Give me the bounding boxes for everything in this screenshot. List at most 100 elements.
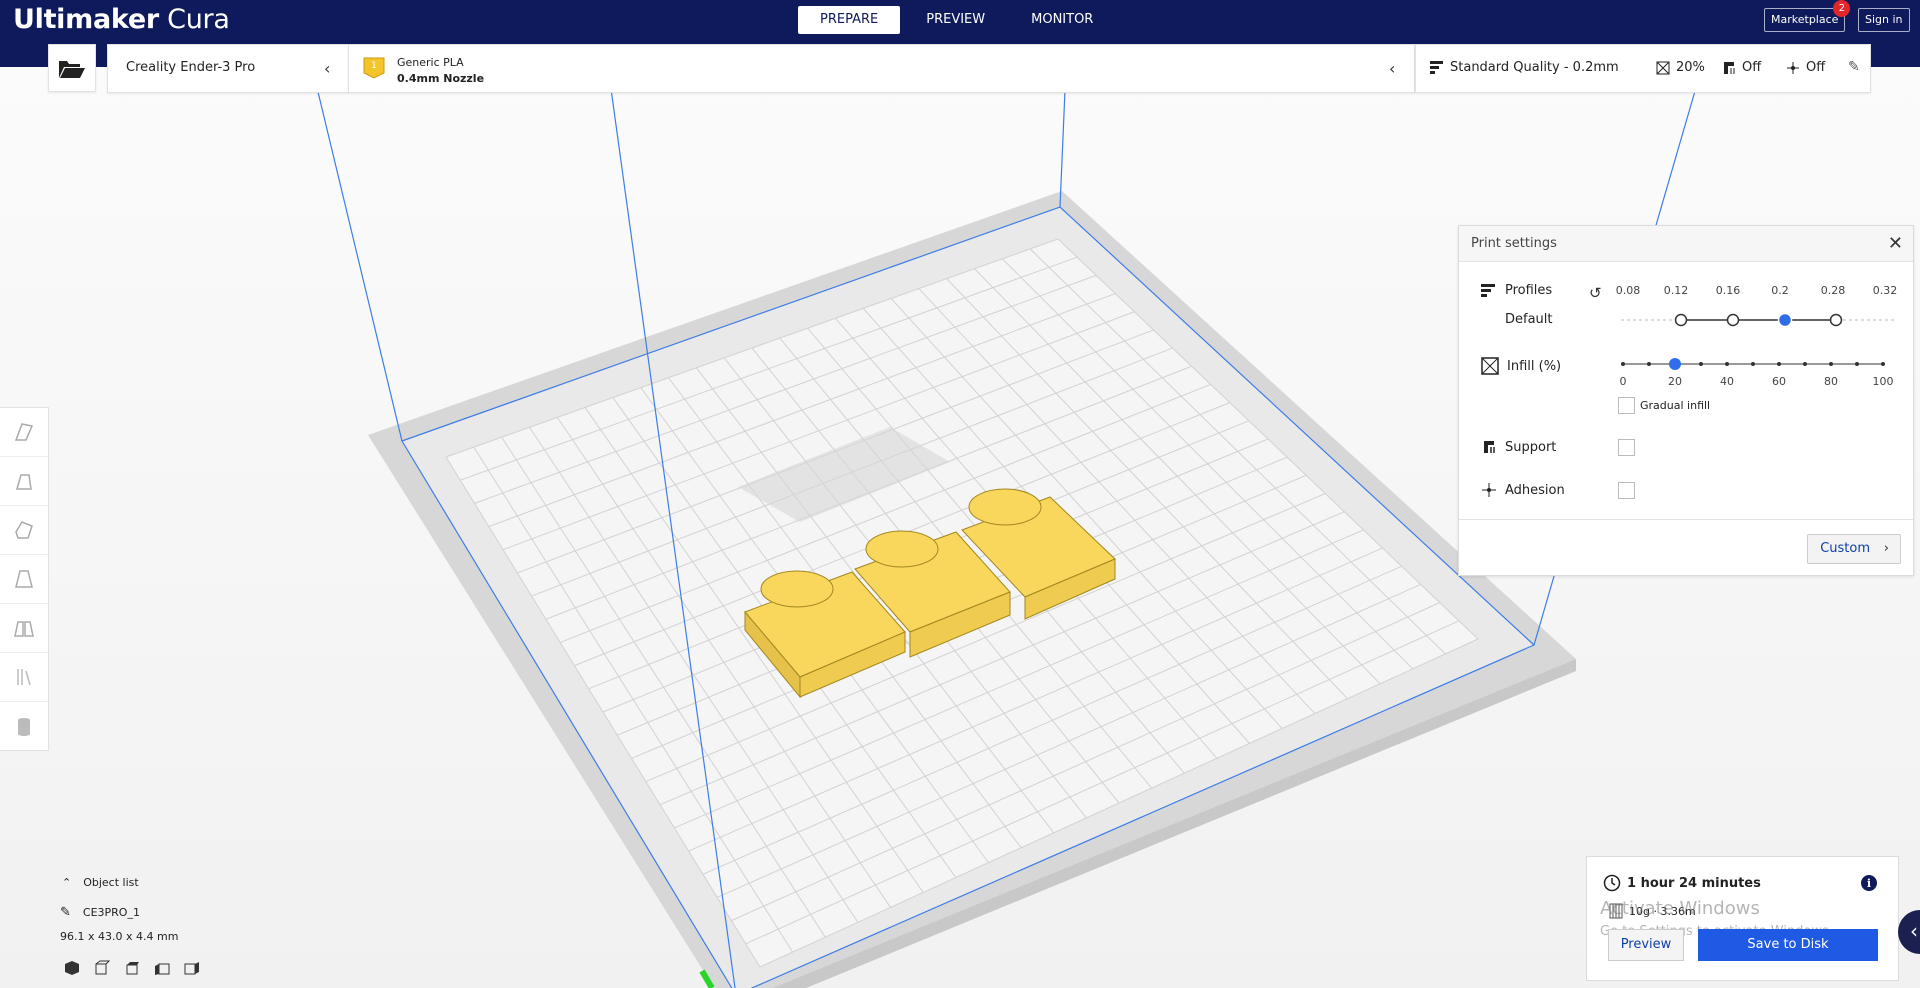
adhesion-icon — [1787, 61, 1799, 74]
infill-tick: 20 — [1668, 375, 1682, 388]
profile-name: Default — [1505, 312, 1553, 327]
profiles-icon — [1430, 61, 1443, 74]
pencil-icon: ✎ — [60, 905, 71, 920]
object-name-row[interactable]: ✎ CE3PRO_1 — [60, 905, 140, 920]
infill-summary: 20% — [1656, 60, 1705, 75]
profiles-icon — [1481, 283, 1495, 297]
infill-tick: 0 — [1619, 375, 1627, 388]
material-name: Generic PLA — [397, 56, 464, 69]
top-view-icon[interactable] — [124, 960, 140, 976]
infill-slider[interactable] — [1621, 356, 1887, 372]
clock-icon — [1603, 874, 1621, 892]
support-icon — [1724, 61, 1735, 74]
open-file-button[interactable] — [48, 44, 96, 92]
printer-name: Creality Ender-3 Pro — [126, 60, 256, 75]
support-checkbox[interactable] — [1618, 439, 1635, 456]
layer-height-slider[interactable] — [1619, 310, 1899, 330]
layer-height-tick: 0.12 — [1663, 284, 1689, 297]
tab-preview[interactable]: PREVIEW — [906, 6, 1005, 34]
material-spool-icon: 1 — [363, 57, 385, 79]
object-dimensions: 96.1 x 43.0 x 4.4 mm — [60, 930, 179, 943]
infill-tick: 100 — [1872, 375, 1894, 388]
adhesion-icon — [1482, 483, 1496, 497]
slider-stop[interactable] — [1726, 313, 1740, 327]
reset-icon[interactable]: ↺ — [1589, 284, 1602, 302]
marketplace-button[interactable]: Marketplace 2 — [1764, 0, 1851, 32]
adhesion-summary: Off — [1786, 60, 1825, 75]
view-buttons — [64, 960, 200, 976]
per-model-settings-tool[interactable] — [0, 604, 48, 653]
infill-tick: 60 — [1772, 375, 1786, 388]
layer-height-tick: 0.2 — [1771, 284, 1789, 297]
scale-tool[interactable] — [0, 457, 48, 506]
support-summary: Off — [1722, 60, 1761, 75]
logo-bold: Ultimaker — [13, 4, 159, 35]
support-blocker-tool[interactable] — [0, 653, 48, 702]
rotate-icon — [15, 521, 33, 539]
left-view-icon[interactable] — [154, 960, 170, 976]
mirror-tool[interactable] — [0, 555, 48, 604]
chevron-right-icon: › — [1883, 541, 1889, 556]
3d-view-icon[interactable] — [64, 960, 80, 976]
support-blocker-icon — [17, 669, 31, 686]
object-name: CE3PRO_1 — [82, 906, 140, 919]
support-row: Support — [1481, 439, 1556, 455]
object-list-header: Object list — [83, 876, 139, 889]
object-list-toggle[interactable]: ⌃ Object list — [62, 876, 139, 889]
3d-viewport[interactable]: Print settings ✕ Profiles Default ↺ 0.08… — [0, 67, 1920, 988]
slider-stop[interactable] — [1829, 313, 1843, 327]
adhesion-checkbox[interactable] — [1618, 482, 1635, 499]
layer-height-tick: 0.16 — [1715, 284, 1741, 297]
infill-handle[interactable] — [1669, 358, 1681, 370]
logo-light: Cura — [167, 4, 230, 35]
marketplace-label: Marketplace — [1771, 13, 1839, 26]
gradual-infill-label: Gradual infill — [1640, 399, 1711, 412]
cylinder-tool[interactable] — [0, 702, 48, 751]
infill-tick: 80 — [1824, 375, 1838, 388]
close-icon[interactable]: ✕ — [1888, 233, 1903, 254]
tab-monitor[interactable]: MONITOR — [1011, 6, 1113, 34]
stage-tabs: PREPARE PREVIEW MONITOR — [798, 6, 1119, 34]
app-logo: Ultimaker Cura — [13, 3, 230, 37]
save-to-disk-button[interactable]: Save to Disk — [1698, 929, 1878, 961]
quality-profile: Standard Quality - 0.2mm — [1430, 60, 1619, 75]
folder-icon — [59, 61, 85, 78]
svg-text:1: 1 — [371, 61, 377, 71]
mirror-icon — [15, 570, 33, 588]
cylinder-icon — [18, 717, 30, 736]
panel-divider — [1459, 519, 1913, 520]
material-selector[interactable]: 1 Generic PLA 0.4mm Nozzle ‹ — [348, 44, 1415, 93]
watermark-title: Activate Windows — [1600, 898, 1760, 919]
chevron-up-icon: ⌃ — [62, 876, 72, 889]
support-summary-value: Off — [1742, 60, 1762, 75]
tab-prepare[interactable]: PREPARE — [798, 6, 901, 34]
slider-handle[interactable] — [1777, 312, 1793, 328]
support-label: Support — [1505, 439, 1557, 455]
edit-pencil-icon[interactable]: ✎ — [1848, 59, 1860, 75]
preview-button[interactable]: Preview — [1608, 929, 1684, 961]
scale-icon — [16, 474, 32, 490]
quality-profile-label: Standard Quality - 0.2mm — [1450, 60, 1619, 75]
slider-stop[interactable] — [1674, 313, 1688, 327]
gradual-infill-checkbox[interactable] — [1618, 397, 1635, 414]
custom-label: Custom — [1820, 541, 1870, 556]
infill-icon — [1481, 357, 1499, 375]
profiles-row: Profiles — [1481, 283, 1552, 298]
info-icon[interactable]: i — [1860, 874, 1878, 892]
move-tool[interactable] — [0, 408, 48, 457]
custom-button[interactable]: Custom › — [1807, 534, 1901, 564]
print-time-row: 1 hour 24 minutes — [1603, 874, 1761, 892]
chevron-left-icon: ‹ — [1389, 59, 1396, 78]
layer-height-tick: 0.28 — [1820, 284, 1846, 297]
print-time: 1 hour 24 minutes — [1627, 875, 1761, 891]
left-toolbar — [0, 407, 49, 751]
printer-selector[interactable]: Creality Ender-3 Pro ‹ — [107, 44, 349, 93]
chevron-left-icon: ‹ — [324, 59, 331, 78]
rotate-tool[interactable] — [0, 506, 48, 555]
front-view-icon[interactable] — [94, 960, 110, 976]
marketplace-badge: 2 — [1833, 0, 1851, 17]
move-icon — [14, 423, 34, 441]
right-view-icon[interactable] — [184, 960, 200, 976]
print-setup-selector[interactable]: Standard Quality - 0.2mm 20% Off Off ✎ — [1415, 44, 1871, 93]
sign-in-button[interactable]: Sign in — [1858, 8, 1910, 32]
